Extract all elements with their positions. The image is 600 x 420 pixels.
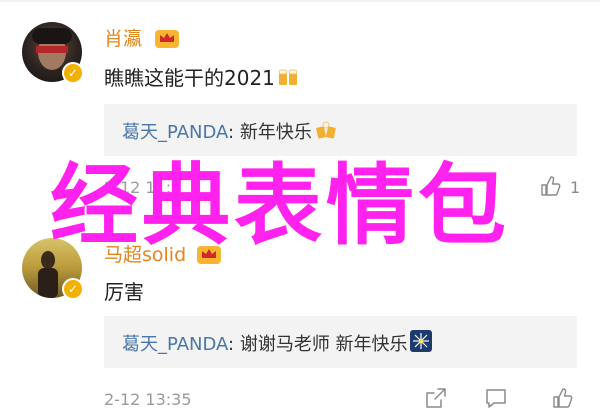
comment-icon[interactable] [484, 386, 508, 410]
reply-line: 葛天_PANDA: 谢谢马老师 新年快乐 [122, 330, 432, 356]
verified-badge-icon: ✓ [62, 278, 84, 300]
username[interactable]: 肖瀛 [104, 24, 142, 51]
share-icon[interactable] [424, 386, 448, 410]
reply-box[interactable]: 葛天_PANDA: 新年快乐 [104, 104, 577, 156]
reply-line: 葛天_PANDA: 新年快乐 [122, 118, 338, 144]
reply-username[interactable]: 葛天_PANDA [122, 334, 228, 355]
reply-separator: : [228, 122, 240, 143]
like-icon[interactable] [538, 174, 562, 198]
comment-time: 2-12 13:35 [104, 390, 192, 409]
reply-separator: : [228, 334, 240, 355]
beer-icon [278, 69, 298, 85]
reply-box[interactable]: 葛天_PANDA: 谢谢马老师 新年快乐 [104, 316, 577, 368]
crown-icon [155, 30, 179, 48]
like-icon[interactable] [550, 386, 574, 410]
reply-text: 谢谢马老师 新年快乐 [239, 334, 408, 355]
verified-badge-icon: ✓ [62, 62, 84, 84]
comment-text: 瞧瞧这能干的2021 [104, 62, 299, 91]
reply-text: 新年快乐 [239, 122, 312, 143]
sparkler-icon [409, 330, 432, 352]
top-divider [0, 0, 600, 2]
like-count: 1 [570, 178, 581, 197]
overlay-caption: 经典表情包 [50, 154, 511, 257]
reply-username[interactable]: 葛天_PANDA [122, 122, 228, 143]
beer-icon [316, 121, 336, 139]
comment-text: 厉害 [104, 280, 144, 304]
